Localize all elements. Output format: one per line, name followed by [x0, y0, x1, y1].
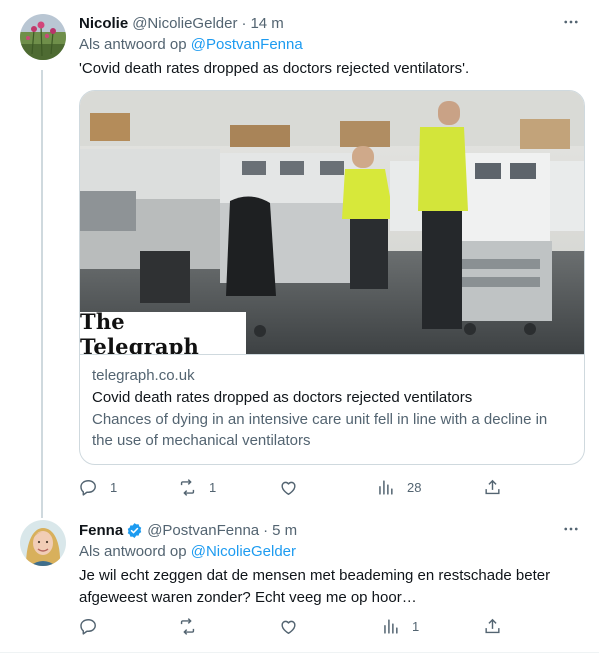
- link-card[interactable]: The Telegraph telegraph.co.uk Covid deat…: [79, 90, 585, 465]
- timestamp[interactable]: 5 m: [272, 522, 297, 539]
- card-domain: telegraph.co.uk: [92, 367, 195, 384]
- separator-dot: ·: [263, 521, 269, 539]
- tweet-content: Nicolie @NicolieGelder · 14 m Als antwoo…: [79, 12, 585, 80]
- reply-context: Als antwoord op @NicolieGelder: [79, 542, 585, 562]
- publisher-logo: The Telegraph: [80, 309, 246, 354]
- retweet-count: 1: [209, 479, 217, 495]
- reply-prefix: Als antwoord op: [79, 543, 187, 560]
- verified-badge-icon: [126, 522, 143, 539]
- like-button[interactable]: [279, 475, 310, 499]
- share-icon: [485, 618, 500, 633]
- retweet-button[interactable]: 1: [178, 475, 216, 499]
- more-icon[interactable]: [561, 12, 581, 32]
- reply-context: Als antwoord op @PostvanFenna: [79, 35, 585, 55]
- avatar[interactable]: [20, 520, 66, 566]
- display-name[interactable]: Nicolie: [79, 15, 128, 32]
- display-name[interactable]: Fenna: [79, 522, 123, 539]
- tweet-header: Nicolie @NicolieGelder · 14 m: [79, 12, 585, 34]
- card-title: Covid death rates dropped as doctors rej…: [92, 389, 473, 406]
- avatar-portrait-image: [20, 520, 66, 566]
- like-icon: [281, 620, 296, 634]
- retweet-icon: [180, 617, 195, 635]
- card-description: Chances of dying in an intensive care un…: [92, 411, 548, 449]
- tweet-header: Fenna @PostvanFenna · 5 m: [79, 519, 585, 541]
- reply-button[interactable]: 1: [79, 475, 117, 499]
- retweet-icon: [180, 478, 195, 496]
- reply-button[interactable]: [79, 614, 110, 638]
- reply-prefix: Als antwoord op: [79, 36, 187, 53]
- reply-mention-link[interactable]: @PostvanFenna: [191, 36, 303, 53]
- reply-count: 1: [110, 479, 118, 495]
- tweet-actions: 1 1 28: [79, 475, 502, 499]
- avatar-flowers-image: [20, 14, 66, 60]
- like-icon: [281, 481, 296, 495]
- separator-dot: ·: [241, 14, 247, 32]
- share-icon: [485, 479, 500, 494]
- tweet-fenna[interactable]: Fenna @PostvanFenna · 5 m Als antwoord o…: [0, 512, 599, 653]
- reply-icon: [80, 618, 96, 635]
- share-button[interactable]: [483, 475, 502, 499]
- views-icon: [379, 479, 393, 495]
- more-icon[interactable]: [561, 519, 581, 539]
- views-icon: [384, 618, 398, 634]
- views-count: 1: [412, 618, 420, 634]
- tweet-actions: 1: [79, 614, 502, 638]
- card-body: telegraph.co.uk Covid death rates droppe…: [92, 365, 572, 451]
- tweet-text: 'Covid death rates dropped as doctors re…: [79, 60, 470, 77]
- tweet-text: Je wil echt zeggen dat de mensen met bea…: [79, 567, 551, 606]
- card-image: The Telegraph: [80, 91, 584, 355]
- share-button[interactable]: [483, 614, 502, 638]
- user-handle[interactable]: @NicolieGelder: [132, 15, 237, 32]
- reply-icon: [80, 479, 96, 496]
- reply-mention-link[interactable]: @NicolieGelder: [191, 543, 296, 560]
- like-button[interactable]: [279, 614, 310, 638]
- views-count: 28: [407, 479, 422, 495]
- avatar[interactable]: [20, 14, 66, 60]
- user-handle[interactable]: @PostvanFenna: [147, 522, 259, 539]
- timestamp[interactable]: 14 m: [250, 15, 283, 32]
- views-button[interactable]: 1: [381, 614, 419, 638]
- tweet-nicolie[interactable]: Nicolie @NicolieGelder · 14 m Als antwoo…: [0, 0, 599, 512]
- tweet-content: Fenna @PostvanFenna · 5 m Als antwoord o…: [79, 519, 585, 609]
- retweet-button[interactable]: [178, 614, 209, 638]
- views-button[interactable]: 28: [376, 475, 421, 499]
